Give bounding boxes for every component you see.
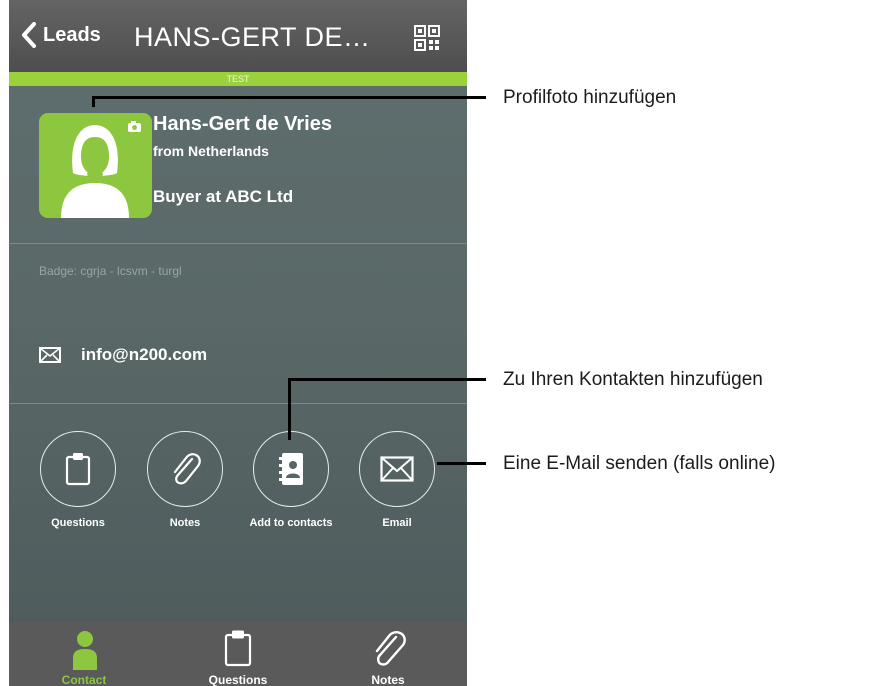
paperclip-icon (173, 453, 201, 485)
environment-banner: TEST (9, 72, 467, 86)
email-address: info@n200.com (81, 345, 208, 364)
callout-send-email: Eine E-Mail senden (falls online) (503, 453, 776, 474)
action-circle (40, 431, 116, 507)
email-row[interactable]: info@n200.com (39, 345, 207, 365)
back-button[interactable]: Leads (21, 22, 101, 48)
person-icon (73, 631, 97, 670)
notes-action-button[interactable]: Notes (130, 431, 240, 529)
tab-label: Questions (208, 673, 268, 686)
divider (9, 243, 467, 244)
action-label: Email (382, 517, 412, 529)
callout-line-email (437, 462, 486, 465)
person-avatar-icon (61, 121, 141, 218)
badge-code: Badge: cgrja - lcsvm - turgl (39, 264, 182, 278)
navigation-bar: Leads HANS-GERT DE… (9, 0, 467, 72)
tab-bar: Contact Questions Notes (9, 622, 467, 686)
tab-contact[interactable]: Contact (29, 622, 139, 686)
back-label: Leads (43, 23, 101, 46)
add-to-contacts-action-button[interactable]: Add to contacts (236, 431, 346, 529)
phone-screen: Leads HANS-GERT DE… TEST Hans-Gert de Vr… (9, 0, 467, 686)
email-action-button[interactable]: Email (342, 431, 452, 529)
camera-icon (128, 121, 141, 132)
paperclip-icon (375, 631, 406, 666)
callout-line-contacts-drop (288, 378, 291, 440)
tab-label: Notes (371, 673, 405, 686)
divider (9, 403, 467, 404)
action-circle (147, 431, 223, 507)
tab-label: Contact (61, 673, 107, 686)
tab-questions[interactable]: Questions (183, 622, 293, 686)
envelope-icon (380, 456, 414, 482)
profile-photo[interactable] (39, 113, 152, 218)
page-title: HANS-GERT DE… (134, 22, 371, 52)
action-label: Notes (169, 517, 201, 529)
contact-job: Buyer at ABC Ltd (153, 187, 294, 206)
clipboard-icon (65, 453, 91, 486)
tab-notes[interactable]: Notes (333, 622, 443, 686)
clipboard-icon (224, 630, 252, 667)
contact-origin: from Netherlands (153, 143, 269, 159)
questions-action-button[interactable]: Questions (23, 431, 133, 529)
chevron-left-icon (22, 22, 36, 48)
callout-line-contacts (288, 378, 486, 381)
action-circle (253, 431, 329, 507)
qr-code-icon[interactable] (414, 25, 440, 51)
callout-profile-photo: Profilfoto hinzufügen (503, 87, 677, 108)
callout-add-contacts: Zu Ihren Kontakten hinzufügen (503, 369, 763, 390)
action-label: Add to contacts (249, 517, 333, 529)
action-circle (359, 431, 435, 507)
envelope-icon (39, 347, 61, 363)
contact-name: Hans-Gert de Vries (153, 113, 332, 135)
address-book-icon (279, 453, 303, 485)
action-label: Questions (51, 517, 105, 529)
callout-line-photo (92, 96, 486, 99)
callout-line-photo-tick (92, 96, 95, 107)
